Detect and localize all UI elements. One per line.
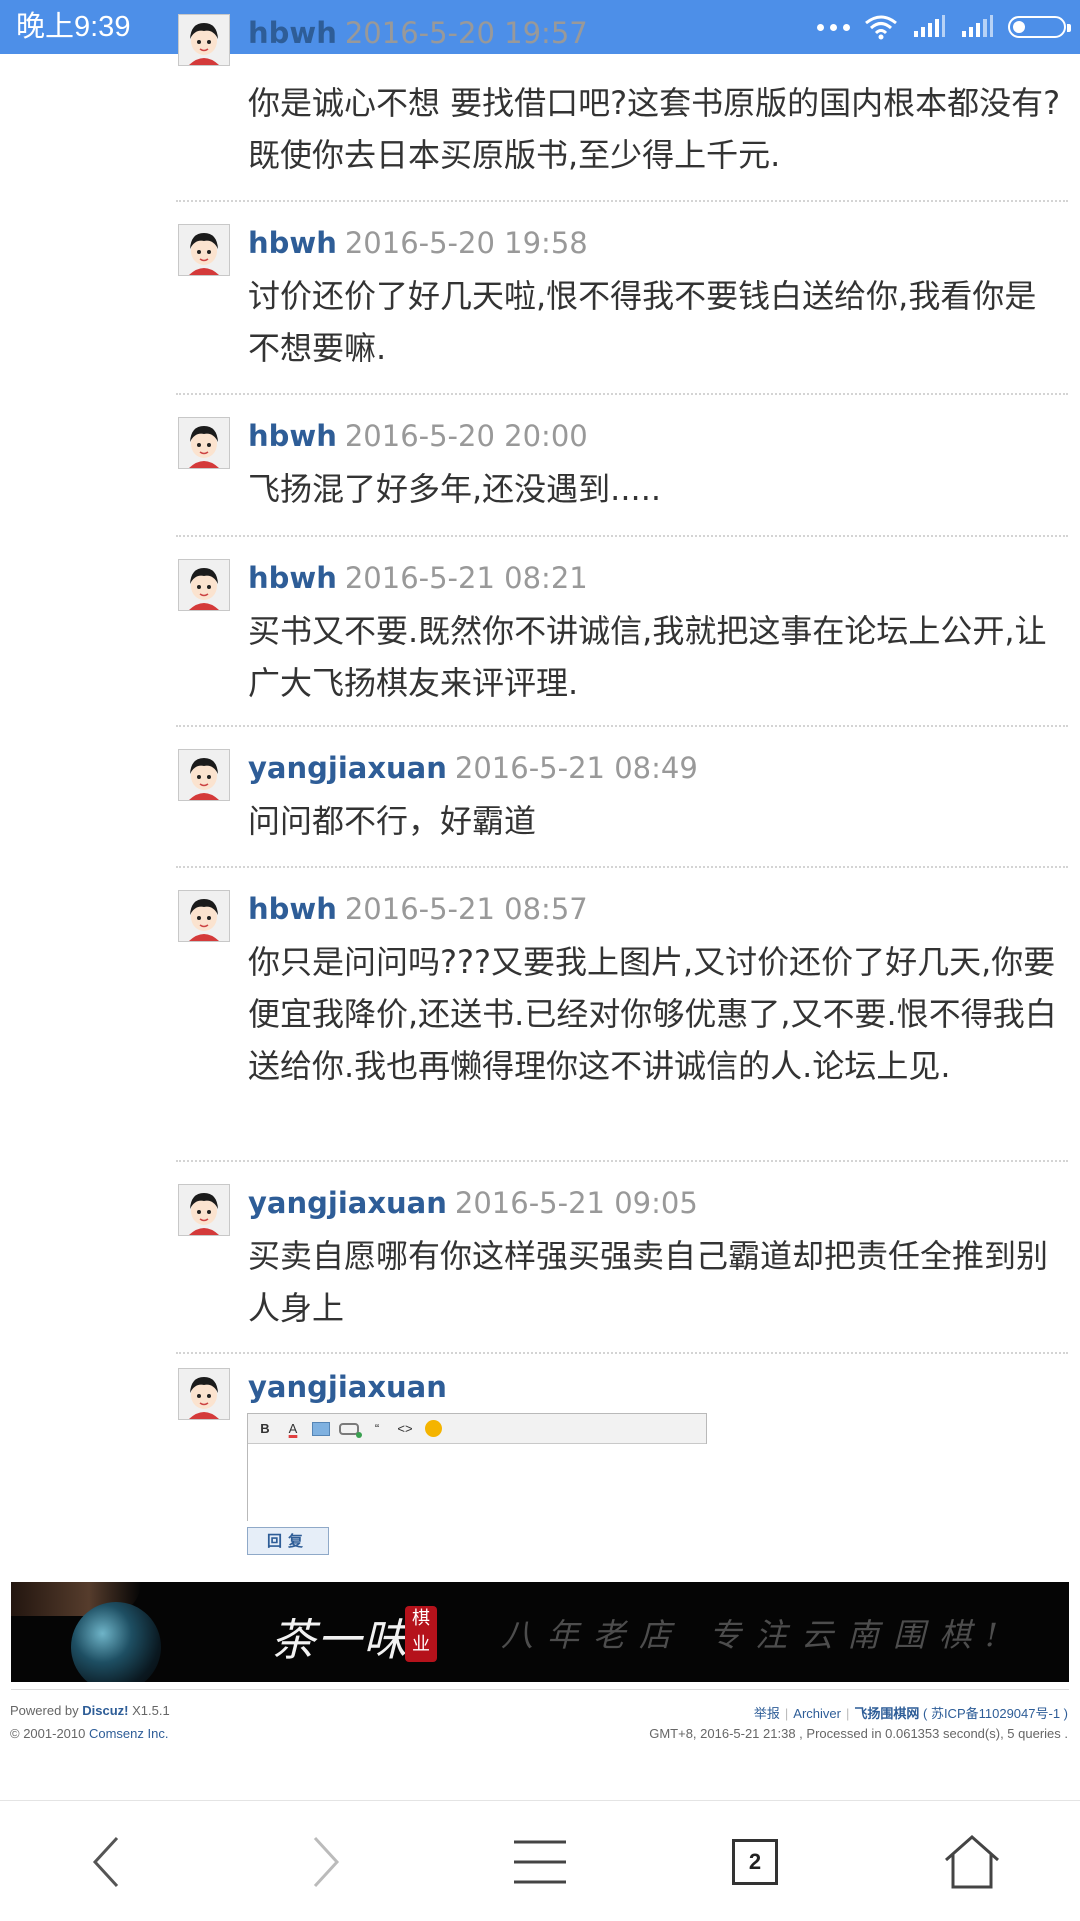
status-time: 晚上9:39 <box>16 11 131 43</box>
image-icon[interactable] <box>310 1418 332 1440</box>
font-color-icon[interactable]: A <box>282 1418 304 1440</box>
back-button[interactable] <box>72 1827 142 1897</box>
tabs-button[interactable]: 2 <box>720 1827 790 1897</box>
post-meta: hbwh 2016-5-20 20:00 <box>248 417 588 455</box>
post-meta: hbwh 2016-5-20 19:57 <box>248 14 588 52</box>
post-item: hbwh 2016-5-21 08:21 买书又不要.既然你不讲诚信,我就把这事在… <box>176 537 1068 727</box>
avatar[interactable] <box>178 224 230 276</box>
copyright: © 2001-2010 Comsenz Inc. <box>10 1726 168 1741</box>
post-date: 2016-5-20 20:00 <box>344 419 588 453</box>
post-message: 买卖自愿哪有你这样强买强卖自己霸道却把责任全推到别人身上 <box>248 1237 1049 1327</box>
home-icon <box>945 1834 999 1889</box>
powered-prefix: Powered by <box>10 1703 79 1718</box>
avatar-face-icon <box>179 750 229 800</box>
post-item: hbwh 2016-5-21 08:57 你只是问问吗???又要我上图片,又讨价还… <box>176 868 1068 1162</box>
post-meta: hbwh 2016-5-21 08:57 <box>248 890 588 928</box>
post-author[interactable]: hbwh <box>248 226 337 260</box>
tabs-icon: 2 <box>732 1839 778 1885</box>
icp-link[interactable]: ( 苏ICP备11029047号-1 ) <box>923 1706 1068 1721</box>
avatar[interactable] <box>178 890 230 942</box>
post-author[interactable]: hbwh <box>248 561 337 595</box>
link-icon[interactable] <box>338 1418 362 1440</box>
smiley-icon[interactable] <box>422 1418 444 1440</box>
avatar-face-icon <box>179 1185 229 1235</box>
post-meta: hbwh 2016-5-20 19:58 <box>248 224 588 262</box>
avatar[interactable] <box>178 417 230 469</box>
post-message: 飞扬混了好多年,还没遇到..... <box>248 470 662 508</box>
site-name-link[interactable]: 飞扬围棋网 <box>854 1706 919 1721</box>
post-date: 2016-5-21 08:57 <box>344 892 588 926</box>
post-date: 2016-5-20 19:57 <box>344 16 588 50</box>
post-item: hbwh 2016-5-20 19:57 你是诚心不想 要找借口吧?这套书原版的国… <box>176 0 1068 202</box>
footer-links: 举报 | Archiver | 飞扬围棋网 ( 苏ICP备11029047号-1 ) <box>753 1706 1068 1721</box>
quote-icon[interactable]: “ <box>366 1418 388 1440</box>
avatar-face-icon <box>179 225 229 275</box>
post-meta: yangjiaxuan 2016-5-21 08:49 <box>248 749 698 787</box>
avatar[interactable] <box>178 1368 230 1420</box>
powered-by: Powered by Discuz! X1.5.1 <box>10 1703 170 1718</box>
post-date: 2016-5-21 08:21 <box>344 561 588 595</box>
post-author[interactable]: hbwh <box>248 892 337 926</box>
copyright-years: © 2001-2010 <box>10 1726 86 1741</box>
footer-divider <box>11 1689 1069 1690</box>
post-author[interactable]: hbwh <box>248 16 337 50</box>
post-message: 你是诚心不想 要找借口吧?这套书原版的国内根本都没有?既使你去日本买原版书,至少… <box>248 84 1061 174</box>
post-message: 你只是问问吗???又要我上图片,又讨价还价了好几天,你要便宜我降价,还送书.已经… <box>248 943 1057 1085</box>
comsenz-link[interactable]: Comsenz Inc. <box>89 1726 168 1741</box>
archiver-link[interactable]: Archiver <box>793 1706 841 1721</box>
code-icon[interactable]: <> <box>394 1418 416 1440</box>
reply-textarea[interactable] <box>248 1444 710 1524</box>
powered-version: X1.5.1 <box>132 1703 170 1718</box>
reply-author[interactable]: yangjiaxuan <box>248 1370 447 1404</box>
reply-section: yangjiaxuan <box>176 1354 1068 1420</box>
forward-icon <box>313 1836 340 1888</box>
post-message: 讨价还价了好几天啦,恨不得我不要钱白送给你,我看你是不想要嘛. <box>248 277 1037 367</box>
post-date: 2016-5-20 19:58 <box>344 226 588 260</box>
reply-editor: B A “ <> <box>247 1413 710 1524</box>
forward-button[interactable] <box>290 1827 360 1897</box>
post-date: 2016-5-21 09:05 <box>454 1186 698 1220</box>
post-item: yangjiaxuan 2016-5-21 09:05 买卖自愿哪有你这样强买强卖… <box>176 1162 1068 1354</box>
back-icon <box>92 1836 119 1888</box>
avatar-face-icon <box>179 418 229 468</box>
browser-nav: 2 <box>0 1800 1080 1921</box>
banner-slogan: 八年老店 专注云南围棋! <box>501 1616 1013 1654</box>
home-button[interactable] <box>937 1827 1007 1897</box>
post-item: yangjiaxuan 2016-5-21 08:49 问问都不行，好霸道 <box>176 727 1068 868</box>
report-link[interactable]: 举报 <box>754 1706 780 1721</box>
editor-toolbar: B A “ <> <box>248 1414 706 1444</box>
footer-stats: GMT+8, 2016-5-21 21:38 , Processed in 0.… <box>649 1726 1068 1741</box>
avatar[interactable] <box>178 749 230 801</box>
avatar[interactable] <box>178 1184 230 1236</box>
post-item: hbwh 2016-5-20 20:00 飞扬混了好多年,还没遇到..... <box>176 395 1068 537</box>
avatar-face-icon <box>179 1369 229 1419</box>
post-message: 买书又不要.既然你不讲诚信,我就把这事在论坛上公开,让广大飞扬棋友来评评理. <box>248 612 1047 702</box>
reply-meta: yangjiaxuan <box>248 1368 447 1406</box>
post-meta: yangjiaxuan 2016-5-21 09:05 <box>248 1184 698 1222</box>
bold-icon[interactable]: B <box>254 1418 276 1440</box>
avatar-face-icon <box>179 15 229 65</box>
avatar[interactable] <box>178 14 230 66</box>
post-author[interactable]: yangjiaxuan <box>248 751 447 785</box>
menu-button[interactable] <box>505 1827 575 1897</box>
go-stone-graphic <box>71 1602 161 1682</box>
post-date: 2016-5-21 08:49 <box>454 751 698 785</box>
reply-button[interactable]: 回复 <box>247 1527 329 1555</box>
avatar-face-icon <box>179 891 229 941</box>
avatar-face-icon <box>179 560 229 610</box>
menu-icon <box>514 1840 566 1884</box>
ad-banner[interactable]: 茶一味® 棋业 八年老店 专注云南围棋! <box>11 1582 1069 1682</box>
post-author[interactable]: hbwh <box>248 419 337 453</box>
avatar[interactable] <box>178 559 230 611</box>
discuz-link[interactable]: Discuz! <box>82 1703 128 1718</box>
post-author[interactable]: yangjiaxuan <box>248 1186 447 1220</box>
post-item: hbwh 2016-5-20 19:58 讨价还价了好几天啦,恨不得我不要钱白送给… <box>176 202 1068 395</box>
banner-brand: 茶一味® <box>271 1604 423 1668</box>
post-message: 问问都不行，好霸道 <box>248 802 537 840</box>
post-meta: hbwh 2016-5-21 08:21 <box>248 559 588 597</box>
banner-seal: 棋业 <box>405 1606 437 1662</box>
banner-brand-text: 茶一味 <box>271 1615 409 1666</box>
